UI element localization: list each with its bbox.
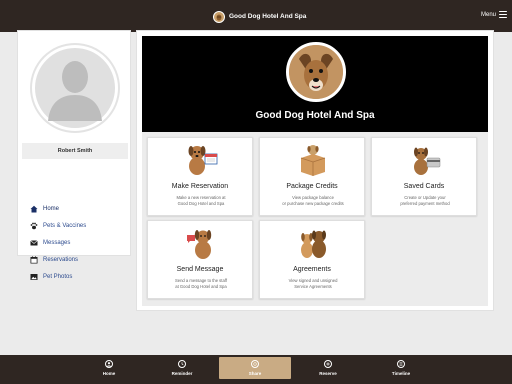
menu-label: Menu [480,11,496,18]
saved-cards-card[interactable]: Saved Cards Create or Update your prefer… [371,137,477,216]
sidebar-item-home[interactable]: Home [29,200,86,217]
dog-box-icon [293,142,333,178]
calendar-icon [29,255,38,264]
brand[interactable]: Good Dog Hotel And Spa [213,10,306,23]
tab-timeline[interactable]: Timeline [365,357,437,379]
agreements-card[interactable]: Agreements View signed and unsigned Serv… [259,220,365,299]
card-title: Make Reservation [171,183,229,190]
send-message-card[interactable]: Send Message Send a message to the staff… [147,220,253,299]
user-name: Robert Smith [22,143,128,159]
sidebar-nav: Home Pets & Vaccines Messages Reservatio… [29,200,86,285]
card-description-line: Good Dog Hotel and Spa [177,201,225,206]
tab-label: Reminder [171,371,193,376]
make-reservation-card[interactable]: Make Reservation Make a new reservation … [147,137,253,216]
person-circle-icon [105,360,113,368]
tab-reminder[interactable]: Reminder [146,357,218,379]
card-description-line: Service Agreements [294,284,332,289]
tab-label: Home [102,371,116,376]
sidebar-item-label: Home [43,205,60,212]
plus-circle-icon [324,360,332,368]
photo-icon [29,272,38,281]
dog-calendar-icon [181,142,221,178]
hero-banner: Good Dog Hotel And Spa [142,36,488,132]
package-credits-card[interactable]: Package Credits View package balance or … [259,137,365,216]
hero-title: Good Dog Hotel And Spa [255,110,375,121]
card-description: Create or Update your preferred payment … [378,195,472,207]
sidebar-item-label: Reservations [43,256,79,263]
card-description-line: preferred payment method [400,201,450,206]
sidebar-item-pet-photos[interactable]: Pet Photos [29,268,86,285]
dog-credit-card-icon [405,142,445,178]
dog-logo-icon [286,42,346,102]
tab-reserve[interactable]: Reserve [292,357,364,379]
card-description: View package balance or purchase new pac… [266,195,360,207]
dog-logo-icon [213,10,225,23]
dogs-pair-icon [293,225,333,261]
action-grid: Make Reservation Make a new reservation … [142,132,488,306]
tab-label: Reserve [319,371,337,376]
sidebar-item-label: Messages [43,239,71,246]
home-icon [29,204,38,213]
timeline-icon [397,360,405,368]
paw-icon [29,221,38,230]
sidebar-item-reservations[interactable]: Reservations [29,251,86,268]
card-description-line: or purchase new package credits [282,201,344,206]
tab-label: Timeline [391,371,411,376]
card-title: Send Message [176,266,224,273]
tab-label: Share [248,371,262,376]
tab-share[interactable]: Share [219,357,291,379]
card-title: Agreements [293,266,331,273]
sidebar-item-messages[interactable]: Messages [29,234,86,251]
card-title: Saved Cards [403,183,445,190]
card-description: Make a new reservation at Good Dog Hotel… [154,195,248,207]
hamburger-icon [499,11,507,18]
card-description-line: at Good Dog Hotel and Spa [175,284,227,289]
card-description: View signed and unsigned Service Agreeme… [266,278,360,290]
top-bar: Good Dog Hotel And Spa Menu [0,0,512,32]
card-description: Send a message to the staff at Good Dog … [154,278,248,290]
sidebar-item-label: Pets & Vaccines [43,222,87,229]
bottom-tab-bar: Home Reminder Share Reserve Timeline [0,355,512,384]
tab-home[interactable]: Home [73,357,145,379]
profile-sidebar: Robert Smith Home Pets & Vaccines Messag… [17,30,131,280]
menu-button[interactable]: Menu [481,11,507,18]
envelope-icon [29,238,38,247]
dog-speech-icon [181,225,221,261]
clock-icon [178,360,186,368]
sidebar-item-pets[interactable]: Pets & Vaccines [29,217,86,234]
app-title: Good Dog Hotel And Spa [229,13,307,20]
user-silhouette-icon[interactable] [30,43,120,133]
sidebar-item-label: Pet Photos [43,273,73,280]
dashboard-panel: Good Dog Hotel And Spa Make Reservation [136,30,494,311]
card-title: Package Credits [286,183,338,190]
share-icon [251,360,259,368]
